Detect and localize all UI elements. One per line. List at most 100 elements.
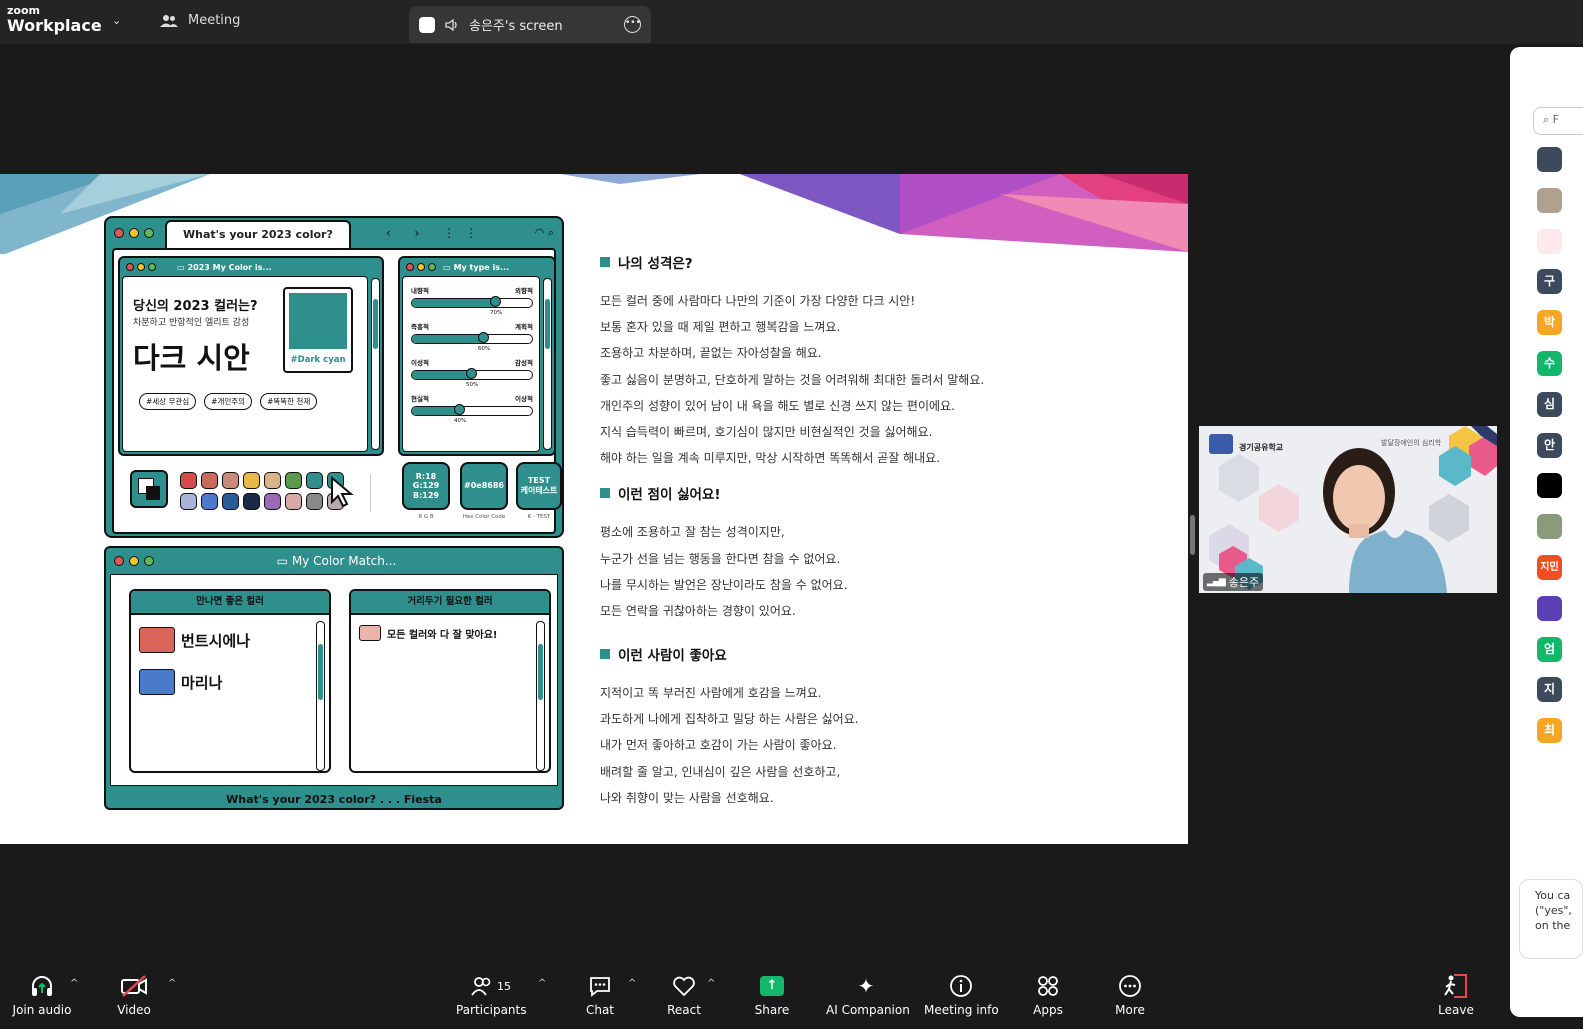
- participant-avatar[interactable]: 안: [1537, 432, 1562, 458]
- participant-avatar[interactable]: 박: [1537, 310, 1562, 336]
- palette-chip: [222, 472, 239, 489]
- zoom-workplace-logo[interactable]: zoom Workplace: [7, 5, 102, 34]
- leave-button[interactable]: Leave: [1438, 972, 1474, 1017]
- tag: #세상 무관심: [139, 393, 197, 410]
- chevron-up-icon[interactable]: ^: [168, 978, 176, 989]
- participant-video[interactable]: 경기공유학교 발달장애인의 심리학 ▂▄▆ 송은주: [1199, 426, 1497, 593]
- text-line: 평소에 조용하고 잘 참는 성격이지만,: [600, 525, 785, 540]
- palette-main-swatch: [130, 470, 168, 508]
- join-audio-button[interactable]: Join audio: [12, 972, 72, 1017]
- palette-chip: [243, 472, 260, 489]
- my-type-window: ▭ My type is... 내향적 외향적 70% 즉흥적 계획적 60% 이성적 감성적…: [398, 256, 556, 456]
- meeting-toolbar: Join audio ^ Video ^ 15 Participants ^ C…: [0, 964, 1505, 1029]
- ai-companion-label: AI Companion: [826, 1003, 910, 1017]
- text-line: 모든 연락을 귀찮아하는 경향이 있어요.: [600, 603, 796, 618]
- folder-icon: [359, 625, 381, 641]
- palette-chip: [180, 493, 197, 510]
- avoid-color-panel: 거리두기 필요한 컬러 모든 컬러와 다 잘 맞아요!: [349, 589, 551, 773]
- minimize-dot: [129, 228, 139, 238]
- participant-avatar[interactable]: 지: [1537, 677, 1562, 703]
- banner-text: 발달장애인의 심리학: [1381, 439, 1442, 447]
- folder-icon: ▭: [443, 262, 451, 272]
- participant-avatar[interactable]: 구: [1537, 269, 1562, 295]
- participant-avatar[interactable]: [1537, 228, 1562, 254]
- participant-avatar[interactable]: [1537, 595, 1562, 621]
- slider-knob: [490, 296, 501, 307]
- apps-button[interactable]: Apps: [1030, 972, 1066, 1017]
- school-label: 경기공유학교: [1239, 443, 1284, 452]
- video-button[interactable]: Video: [112, 972, 156, 1017]
- good-color-item: 마리나: [181, 673, 223, 692]
- folder-icon: ▭: [177, 262, 185, 272]
- color-match-title-text: My Color Match...: [291, 554, 397, 568]
- shared-screen-tab[interactable]: 송은주's screen •••: [409, 6, 651, 43]
- chevron-up-icon[interactable]: ^: [628, 978, 636, 989]
- tag: #똑똑한 천재: [260, 393, 318, 410]
- palette-chip: [264, 493, 281, 510]
- participant-avatar[interactable]: [1537, 147, 1562, 172]
- color-subtitle: 차분하고 반항적인 엘리트 감성: [133, 318, 250, 328]
- palette-chip: [243, 493, 260, 510]
- share-screen-icon: ↑: [760, 976, 784, 996]
- chevron-up-icon[interactable]: ^: [70, 978, 78, 989]
- avoid-color-item: 모든 컬러와 다 잘 맞아요!: [387, 629, 498, 641]
- section-heading-text: 이런 점이 싫어요!: [618, 487, 721, 504]
- react-button[interactable]: React: [664, 972, 704, 1017]
- meeting-info-button[interactable]: Meeting info: [924, 972, 999, 1017]
- logo-big-text: Workplace: [7, 16, 102, 35]
- color-result-window: What's your 2023 color? ‹ › ⋮⋮ ◠ ⌕ ▭ 202…: [104, 216, 564, 538]
- meeting-tab[interactable]: Meeting: [160, 13, 240, 28]
- good-color-title: 만나면 좋은 컬러: [131, 591, 329, 615]
- more-button[interactable]: More: [1112, 972, 1148, 1017]
- slider-left-label: 내향적: [411, 287, 429, 295]
- participant-avatar[interactable]: 수: [1537, 351, 1562, 376]
- badge-label: Hex Color Code: [462, 514, 506, 520]
- text-line: 지식 습득력이 빠르며, 호기심이 많지만 비현실적인 것을 싫어해요.: [600, 424, 933, 439]
- participant-count: 15: [497, 979, 511, 993]
- section-heading: 이런 사람이 좋아요: [600, 644, 1160, 664]
- heart-icon: [664, 972, 704, 1000]
- slider-percent: 50%: [466, 382, 479, 388]
- scrollbar: [316, 621, 325, 771]
- text-line: 지적이고 똑 부러진 사람에게 호감을 느껴요.: [600, 686, 822, 701]
- speaker-icon: [445, 18, 457, 31]
- match-footer: What's your 2023 color? . . . Fiesta: [226, 793, 442, 806]
- slider-right-label: 감성적: [515, 359, 533, 367]
- chevron-up-icon[interactable]: ^: [707, 978, 715, 989]
- participant-avatar[interactable]: [1537, 473, 1562, 499]
- participant-avatar[interactable]: 심: [1537, 391, 1562, 417]
- participant-avatar[interactable]: 지민: [1537, 555, 1562, 580]
- participant-search-input[interactable]: ⌕ F: [1533, 107, 1583, 135]
- color-question: 당신의 2023 컬러는?: [133, 299, 258, 314]
- color-name: 다크 시안: [133, 341, 250, 375]
- mockup-tab-title: What's your 2023 color?: [165, 220, 351, 248]
- good-color-panel: 만나면 좋은 컬러 번트시에나 마리나: [129, 589, 331, 773]
- chat-button[interactable]: Chat: [580, 972, 620, 1017]
- palette-chip: [201, 472, 218, 489]
- participant-avatar[interactable]: [1537, 187, 1562, 213]
- text-line: 과도하게 나에게 집착하고 밀당 하는 사람은 싫어요.: [600, 712, 859, 727]
- more-options-icon[interactable]: •••: [624, 16, 641, 33]
- text-line: 나를 무시하는 발언은 장난이라도 참을 수 없어요.: [600, 577, 848, 592]
- slider-left-label: 이성적: [411, 359, 429, 367]
- text-line: 조용하고 차분하며, 끝없는 자아성찰을 해요.: [600, 346, 822, 361]
- participant-avatar[interactable]: 엄: [1537, 636, 1562, 662]
- sparkle-icon: ✦: [857, 974, 875, 998]
- color-match-title: ▭ My Color Match...: [159, 554, 514, 568]
- my-color-window: ▭ 2023 My Color is... 당신의 2023 컬러는? 차분하고…: [118, 256, 384, 456]
- palette-chip: [180, 472, 197, 489]
- participant-avatar[interactable]: [1537, 514, 1562, 540]
- chevron-up-icon[interactable]: ^: [538, 978, 546, 989]
- chevron-down-icon[interactable]: ⌄: [112, 14, 121, 27]
- resize-handle[interactable]: [1190, 515, 1195, 555]
- screen-share-indicator-icon: [419, 16, 435, 33]
- share-button[interactable]: ↑ Share: [752, 972, 792, 1017]
- my-color-title: 2023 My Color is...: [187, 262, 272, 272]
- cursor-icon: [331, 476, 354, 508]
- info-icon: [924, 972, 998, 1000]
- ai-companion-button[interactable]: ✦ AI Companion: [826, 972, 910, 1017]
- participants-button[interactable]: 15 Participants: [456, 972, 527, 1017]
- text-line: 나와 취향이 맞는 사람을 선호해요.: [600, 790, 774, 805]
- participant-avatar[interactable]: 최: [1537, 718, 1562, 744]
- trait-slider: 현실적 이상적 40%: [411, 393, 533, 424]
